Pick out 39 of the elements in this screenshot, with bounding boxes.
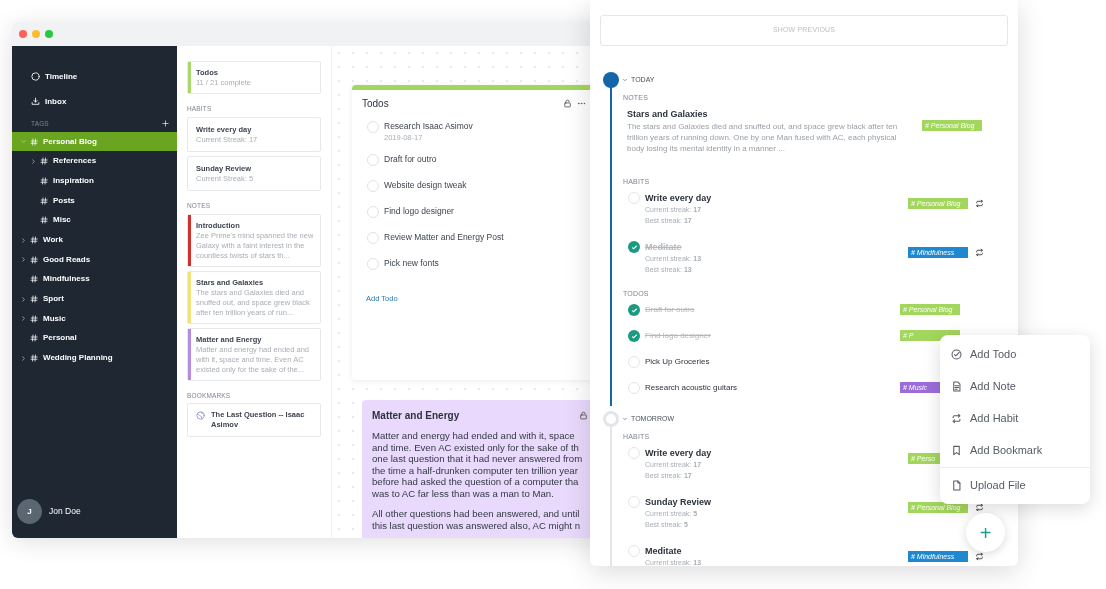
habit-title: Write every day [645, 447, 712, 459]
todo-title: Pick new fonts [384, 258, 439, 269]
todo-title: Research Isaac Asimov [384, 121, 473, 132]
nav-item[interactable]: Timeline [12, 64, 177, 89]
habit-title: Sunday Review [645, 496, 712, 508]
todo-title: Find logo designer [645, 330, 711, 342]
habit-title: Meditate [645, 545, 683, 557]
note-paragraph: Matter and energy had ended and with it, space and time. Even AC existed only for the sake of th one last question that it had never answered from the time a half-drunken computer ten trillion year before had asked the question of a computer tha was to AC far less than was a man to Man. [371, 430, 584, 499]
tag-item[interactable]: References [12, 151, 177, 172]
menu-item[interactable]: Add Habit [940, 402, 1090, 434]
tag-item[interactable]: Sport [12, 289, 177, 309]
habit-title: Write every day [645, 192, 712, 204]
menu-item[interactable]: Upload File [940, 469, 1090, 501]
todo-title: Website design tweak [384, 180, 467, 191]
todo-title: Draft for outro [384, 154, 437, 165]
todo-title: Review Matter and Energy Post [384, 232, 504, 243]
tag-item[interactable]: Wedding Planning [12, 348, 177, 368]
todo-title: Draft for outro [645, 304, 695, 316]
note-excerpt: The stars and Galaxies died and snuffed out, and space grew black after ten trillion years of running down. One by one Man fused with AC, each physical body losing its mental identity in a manner ... [627, 121, 899, 154]
tag-item[interactable]: Inspiration [12, 171, 177, 191]
user-name: Jon Doe [49, 505, 81, 518]
tag-item[interactable]: Misc [12, 210, 177, 231]
menu-item[interactable]: Add Todo [940, 338, 1090, 370]
board-title: Todos [362, 97, 389, 111]
tag-item[interactable]: Music [12, 308, 177, 329]
tag-item[interactable]: Good Reads [12, 249, 177, 270]
habit-title: Meditate [645, 241, 683, 253]
note-title: Matter and Energy [372, 409, 460, 423]
avatar: J [17, 499, 42, 524]
note-paragraph: All other questions had been answered, and until this last question was answered also, AC might n [371, 508, 581, 531]
note-title: Stars and Galaxies [627, 108, 709, 121]
tag-item[interactable]: Personal [12, 328, 177, 349]
todo-title: Find logo designer [384, 206, 454, 217]
todo-title: Research acoustic guitars [645, 382, 738, 394]
todo-title: Pick Up Groceries [645, 356, 710, 368]
tag-item[interactable]: Work [12, 230, 177, 250]
tag-item[interactable]: Mindfulness [12, 269, 177, 290]
nav-item[interactable]: Inbox [12, 89, 177, 114]
tag-item[interactable]: Posts [12, 190, 177, 211]
